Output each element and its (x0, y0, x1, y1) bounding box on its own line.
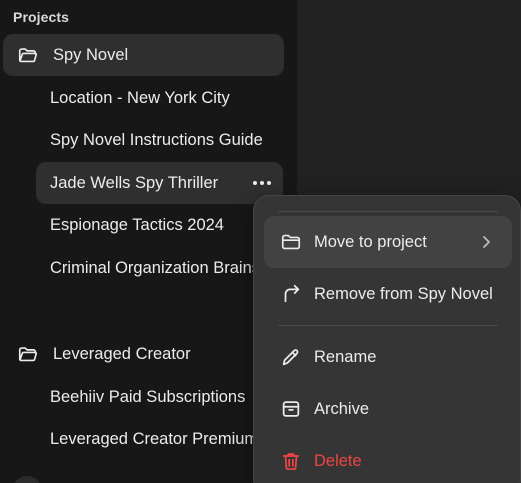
folder-icon (279, 230, 303, 254)
project-label: Spy Novel (53, 45, 129, 64)
chat-label: Location - New York City (50, 88, 230, 107)
trash-icon (279, 449, 303, 473)
app-window: Projects Spy Novel Location - New York C… (0, 0, 521, 483)
chat-label: Spy Novel Instructions Guide (50, 130, 263, 149)
folder-open-icon (17, 343, 39, 365)
undo-arrow-icon (279, 282, 303, 306)
project-spy-novel[interactable]: Spy Novel (3, 34, 284, 76)
chat-item-beehiiv-paid-subscriptions[interactable]: Beehiiv Paid Subscriptions (36, 376, 283, 418)
archive-box-icon (279, 397, 303, 421)
project-leveraged-creator[interactable]: Leveraged Creator (3, 333, 284, 375)
ellipsis-icon[interactable] (251, 172, 273, 194)
chevron-right-icon (476, 232, 496, 252)
move-to-project-item[interactable]: Move to project (264, 216, 512, 268)
menu-label: Remove from Spy Novel (314, 284, 493, 303)
menu-label: Rename (314, 347, 377, 366)
menu-divider (278, 325, 498, 326)
pencil-icon (279, 345, 303, 369)
archive-item[interactable]: Archive (264, 383, 512, 435)
remove-from-project-item[interactable]: Remove from Spy Novel (264, 268, 512, 320)
avatar[interactable] (12, 476, 42, 483)
chat-label: Leveraged Creator Premium (50, 429, 259, 448)
menu-label: Archive (314, 399, 370, 418)
chat-item-criminal-organization-brainstorm[interactable]: Criminal Organization Brainstorm (36, 247, 283, 289)
menu-divider (278, 211, 498, 212)
folder-open-icon (17, 44, 39, 66)
rename-item[interactable]: Rename (264, 331, 512, 383)
chat-label: Jade Wells Spy Thriller (50, 173, 219, 192)
chat-item-leveraged-creator-premium[interactable]: Leveraged Creator Premium (36, 418, 283, 460)
chat-label: Espionage Tactics 2024 (50, 215, 224, 234)
chat-item-spy-novel-instructions-guide[interactable]: Spy Novel Instructions Guide (36, 119, 283, 161)
delete-item[interactable]: Delete (264, 435, 512, 483)
menu-label: Move to project (314, 232, 427, 251)
context-menu: Move to project Remove from Spy Novel Re… (253, 195, 521, 483)
chat-item-location-new-york-city[interactable]: Location - New York City (36, 77, 283, 119)
menu-label: Delete (314, 451, 362, 470)
project-label: Leveraged Creator (53, 344, 191, 363)
chat-label: Beehiiv Paid Subscriptions (50, 387, 246, 406)
chat-item-espionage-tactics-2024[interactable]: Espionage Tactics 2024 (36, 204, 283, 246)
chat-item-jade-wells-spy-thriller[interactable]: Jade Wells Spy Thriller (36, 162, 283, 204)
chat-label: Criminal Organization Brainstorm (50, 258, 283, 277)
projects-heading: Projects (13, 9, 70, 25)
